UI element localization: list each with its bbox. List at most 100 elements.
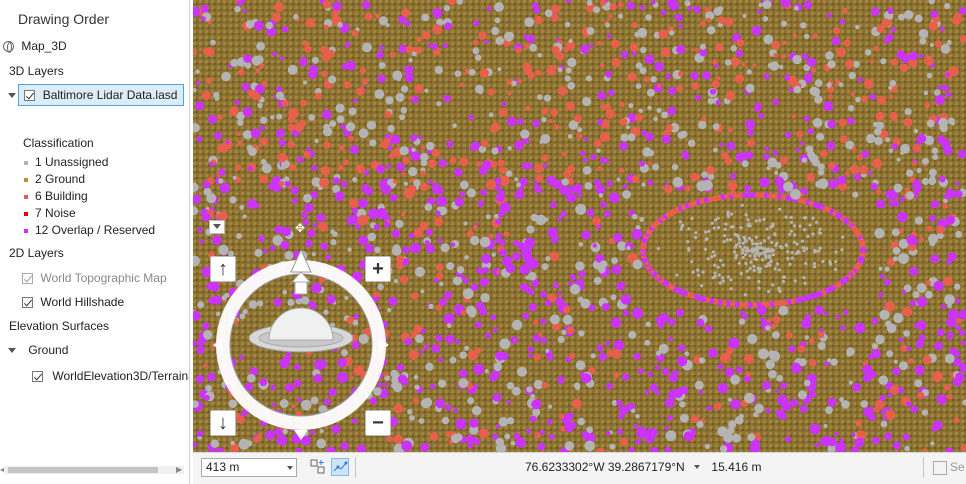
lidar-point — [402, 246, 410, 254]
lidar-point — [414, 266, 425, 277]
collapse-triangle-icon[interactable] — [8, 93, 16, 99]
lidar-point — [910, 405, 918, 413]
lidar-point — [943, 383, 951, 391]
lidar-point — [744, 184, 752, 192]
lidar-point — [647, 371, 653, 377]
lidar-point — [937, 328, 945, 337]
lidar-point — [772, 315, 781, 324]
lidar-point — [544, 217, 549, 222]
lidar-point — [946, 40, 952, 45]
lidar-point — [784, 74, 791, 81]
lidar-point — [620, 294, 632, 305]
lidar-point — [871, 317, 879, 325]
ground-group-row[interactable]: Ground — [8, 340, 68, 360]
terrain-layer-row[interactable]: WorldElevation3D/Terrain3D — [32, 366, 189, 386]
lidar-point — [891, 143, 898, 150]
lidar-point — [619, 117, 628, 126]
lidar-point — [873, 407, 880, 413]
lidar-point — [441, 416, 450, 425]
lidar-point — [821, 435, 832, 447]
lidar-point — [438, 379, 447, 388]
lidar-point — [468, 309, 476, 318]
lidar-point — [774, 170, 779, 175]
navigator-ring[interactable] — [213, 250, 393, 450]
lidar-point — [899, 196, 905, 202]
lidar-point — [771, 283, 775, 287]
lidar-point — [723, 17, 734, 27]
lidar-point — [791, 114, 796, 119]
collapse-triangle-icon[interactable] — [8, 348, 16, 354]
lidar-point — [475, 54, 482, 61]
lidar-point — [528, 271, 537, 281]
lidar-point — [729, 225, 733, 229]
scroll-right-icon[interactable]: ▶ — [176, 465, 182, 474]
chevron-down-icon[interactable] — [287, 466, 293, 470]
lidar-point — [590, 353, 596, 359]
scale-dropdown[interactable]: 413 m — [201, 458, 297, 477]
lidar-point — [433, 277, 439, 283]
lidar-point — [672, 369, 679, 377]
lidar-point — [734, 256, 738, 260]
lidar-point — [792, 33, 797, 38]
collapse-navigator-icon[interactable] — [209, 220, 225, 234]
lidar-point — [389, 194, 398, 202]
lidar-point — [608, 237, 615, 245]
lidar-point — [893, 312, 904, 324]
selection-indicator[interactable]: Se — [933, 460, 965, 475]
lidar-point — [535, 69, 542, 76]
lidar-point — [707, 166, 715, 175]
lidar-point — [658, 29, 668, 39]
scrollbar-thumb[interactable] — [8, 467, 158, 473]
lidar-layer-row[interactable]: Baltimore Lidar Data.lasd — [8, 85, 177, 105]
lidar-point — [934, 341, 943, 351]
lidar-point — [242, 130, 253, 140]
lidar-point — [735, 416, 744, 425]
lidar-point — [650, 76, 657, 83]
lidar-point — [875, 189, 882, 195]
lidar-layer-checkbox[interactable] — [24, 90, 36, 102]
lidar-point — [694, 231, 698, 235]
lidar-point — [831, 36, 840, 46]
lidar-point — [925, 280, 931, 286]
lidar-point — [841, 235, 845, 239]
lidar-point — [322, 127, 333, 137]
lidar-point — [851, 146, 857, 152]
grid-toggle-icon[interactable] — [331, 458, 349, 476]
lidar-point — [777, 286, 781, 290]
topo-layer-row[interactable]: World Topographic Map — [22, 268, 167, 288]
lidar-point — [957, 149, 966, 159]
lidar-point — [418, 418, 425, 424]
lidar-point — [715, 43, 724, 52]
lidar-point — [930, 200, 939, 209]
lidar-point — [884, 301, 896, 312]
lidar-point — [635, 439, 641, 445]
chevron-down-icon[interactable] — [694, 464, 701, 469]
lidar-point — [762, 381, 771, 390]
lidar-point — [261, 163, 272, 174]
snapping-grid-icon[interactable] — [309, 458, 327, 476]
full-control-icon[interactable]: ✥ — [293, 221, 307, 235]
lidar-point — [301, 40, 308, 46]
terrain-layer-checkbox[interactable] — [32, 371, 43, 383]
lidar-point — [834, 250, 838, 254]
lidar-point — [428, 159, 437, 169]
lidar-point — [243, 54, 252, 63]
lidar-point — [560, 185, 570, 196]
hillshade-layer-row[interactable]: World Hillshade — [22, 292, 124, 312]
lidar-point — [393, 403, 404, 414]
topo-layer-checkbox[interactable] — [22, 273, 33, 285]
lidar-point — [305, 239, 313, 248]
map-view-3d[interactable]: ↑ ↓ + − ✥ — [193, 0, 966, 452]
lidar-point — [764, 264, 769, 268]
lidar-point — [806, 234, 810, 238]
lidar-point — [898, 337, 904, 343]
lidar-point — [854, 322, 866, 334]
lidar-point — [322, 109, 332, 120]
map-item[interactable]: Map_3D — [3, 36, 67, 56]
hillshade-layer-checkbox[interactable] — [22, 297, 33, 309]
lidar-point — [713, 253, 717, 257]
lidar-point — [729, 287, 733, 291]
lidar-point — [567, 165, 576, 173]
lidar-point — [401, 172, 406, 177]
legend-item-noise: 7 Noise — [24, 205, 76, 222]
